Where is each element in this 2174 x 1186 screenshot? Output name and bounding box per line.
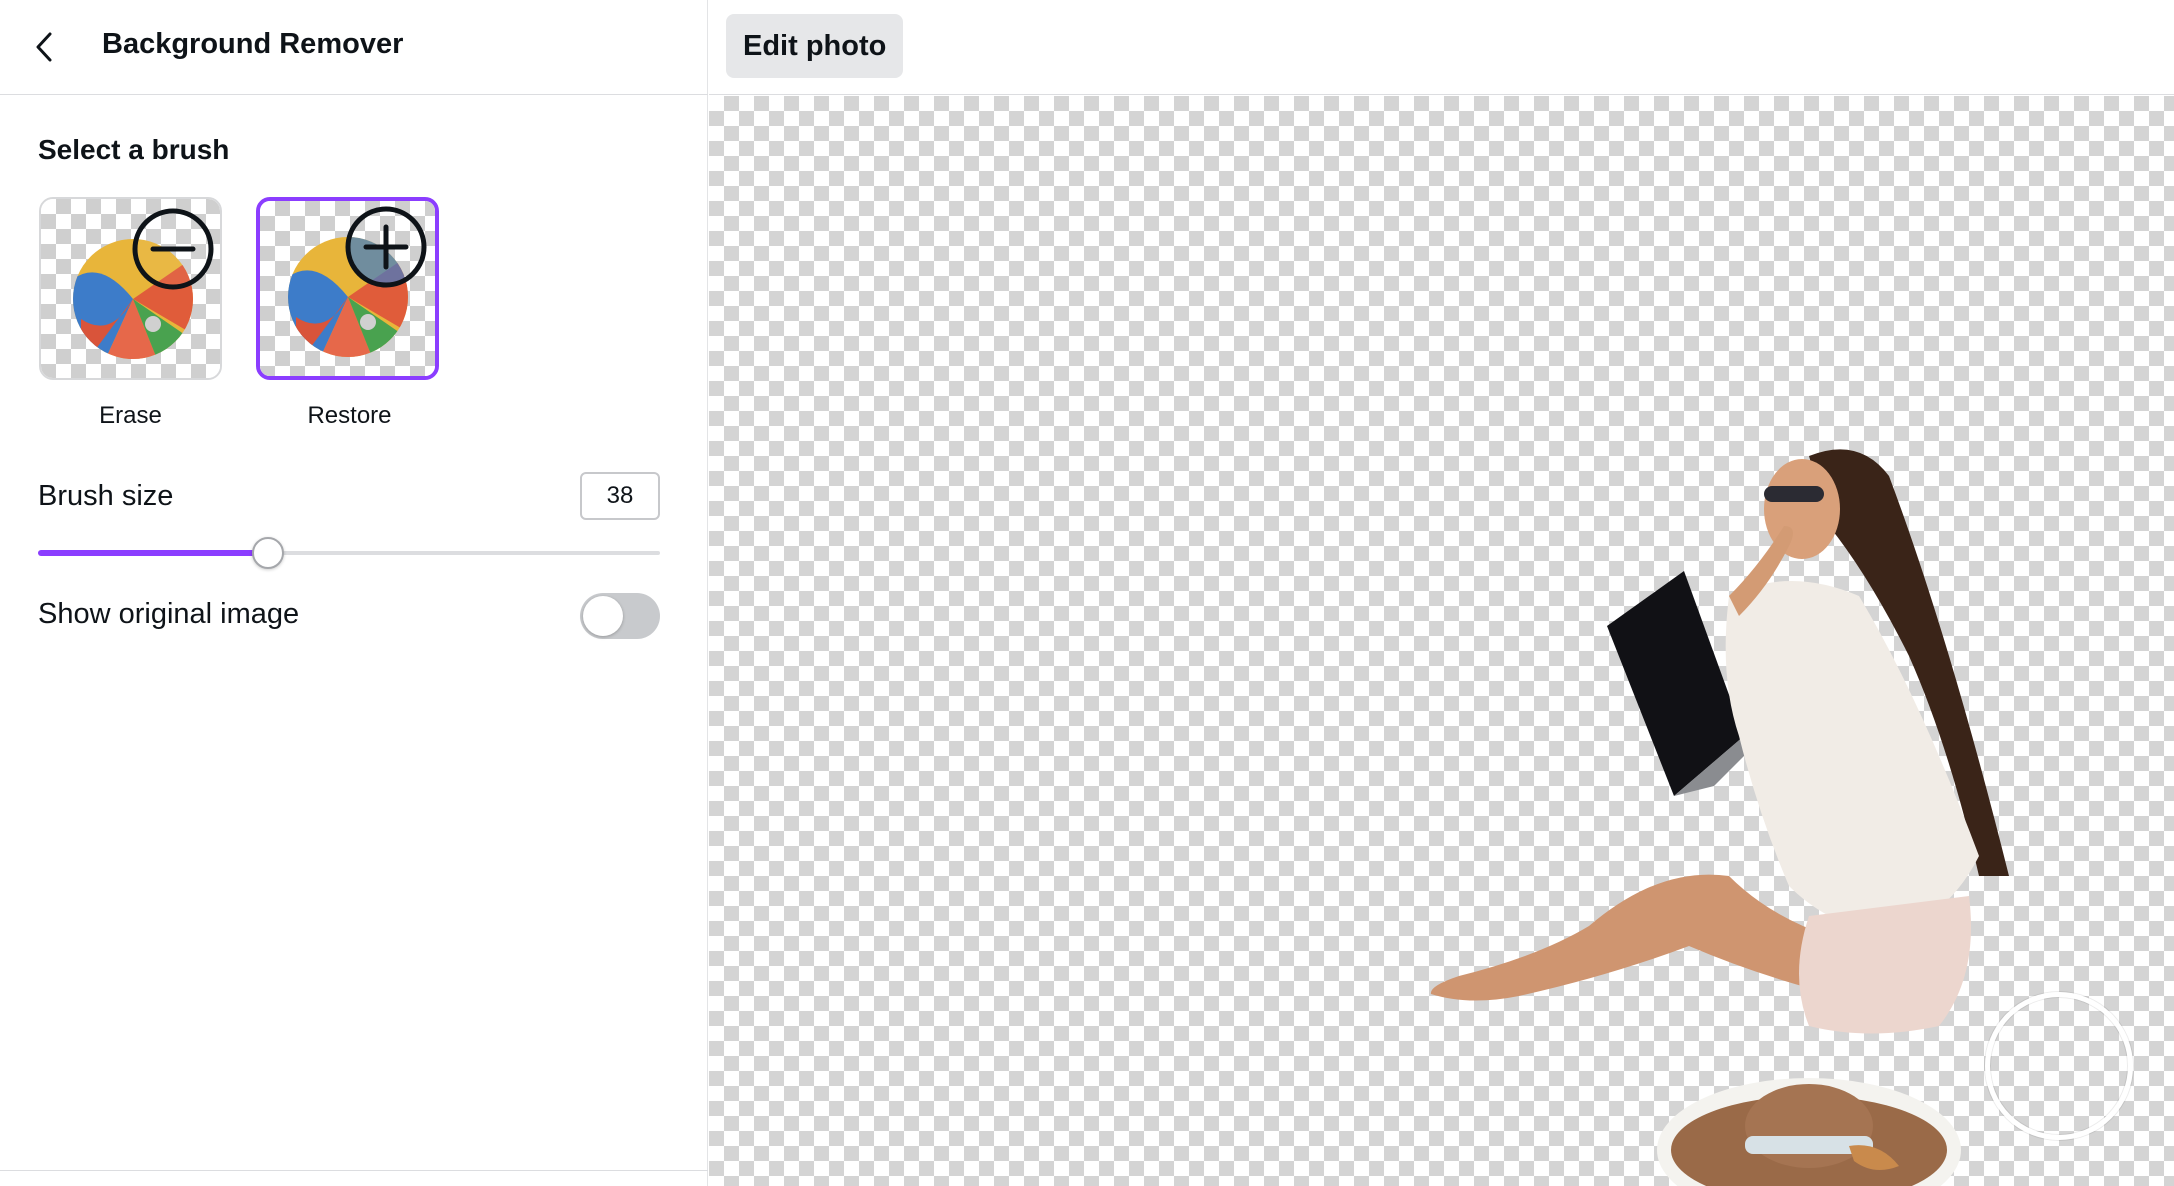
edit-photo-button[interactable]: Edit photo <box>726 14 904 78</box>
brush-size-label: Brush size <box>38 480 174 512</box>
minus-circle-icon <box>150 246 196 252</box>
erase-brush-option[interactable] <box>39 197 222 380</box>
show-original-toggle[interactable] <box>580 593 660 639</box>
brush-size-slider[interactable] <box>38 536 660 570</box>
select-brush-heading: Select a brush <box>38 134 230 165</box>
slider-thumb[interactable] <box>252 537 284 569</box>
background-remover-panel: Background Remover Select a brush Erase <box>0 0 708 1186</box>
back-button[interactable] <box>24 22 68 72</box>
editing-canvas[interactable] <box>709 96 2174 1186</box>
panel-divider <box>0 1170 708 1171</box>
brush-cursor <box>1985 992 2133 1140</box>
slider-fill <box>38 550 268 556</box>
panel-title: Background Remover <box>102 28 404 60</box>
subject-photo <box>1430 449 2009 1186</box>
restore-brush-option[interactable] <box>256 197 439 380</box>
restore-brush-label: Restore <box>307 402 392 429</box>
shorts-shape <box>1799 896 1971 1034</box>
editor-toolbar: Edit photo <box>709 0 2174 95</box>
sunglasses-shape <box>1764 486 1824 502</box>
erase-brush-label: Erase <box>99 402 162 429</box>
chevron-left-icon <box>36 32 52 62</box>
plus-circle-icon <box>345 206 427 288</box>
show-original-label: Show original image <box>38 598 300 630</box>
panel-header: Background Remover <box>0 0 708 95</box>
brush-size-input[interactable]: 38 <box>580 472 660 520</box>
toggle-knob <box>583 596 623 636</box>
